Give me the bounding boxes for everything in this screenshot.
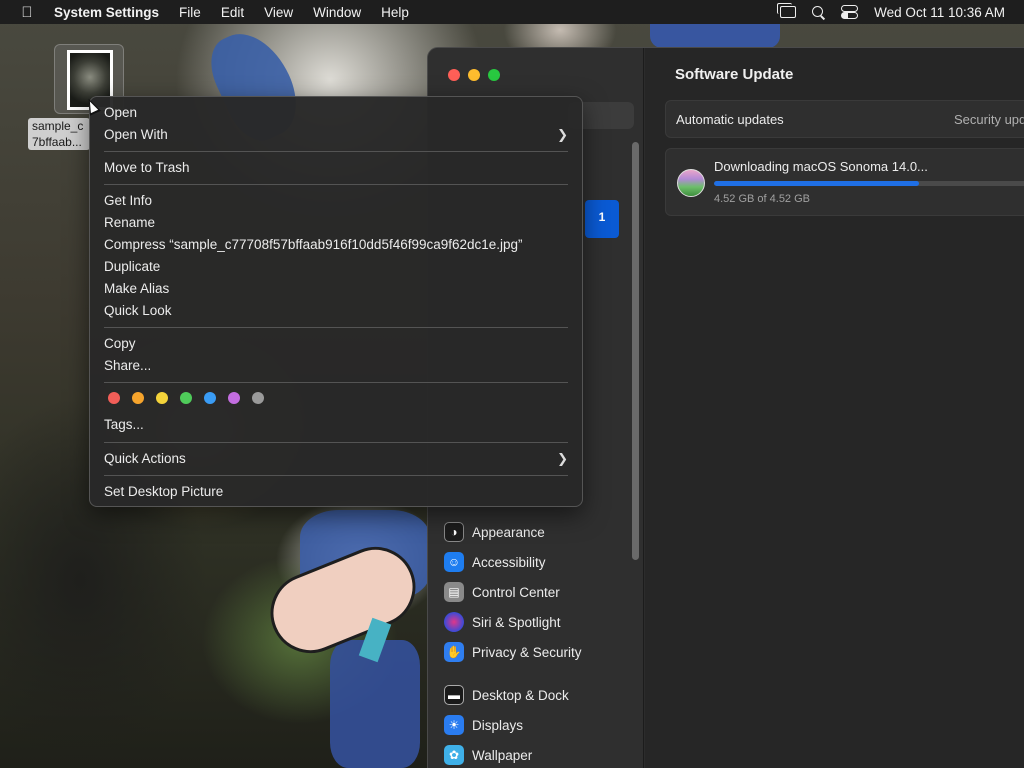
sun-icon: ☀ xyxy=(444,715,464,735)
sidebar-item-software-update-selected[interactable]: 1 xyxy=(585,200,619,238)
menu-separator xyxy=(104,442,568,443)
spotlight-search-icon[interactable] xyxy=(812,5,825,19)
menubar-clock[interactable]: Wed Oct 11 10:36 AM xyxy=(874,5,1005,20)
tag-orange-button[interactable] xyxy=(132,392,144,404)
tag-colors-row xyxy=(108,392,264,404)
menu-item-copy[interactable]: Copy xyxy=(104,333,568,355)
menu-item-set-desktop-picture[interactable]: Set Desktop Picture xyxy=(104,481,568,503)
sidebar-item-privacy-security[interactable]: ✋ Privacy & Security xyxy=(444,641,582,663)
tag-gray-button[interactable] xyxy=(252,392,264,404)
menu-help[interactable]: Help xyxy=(381,5,409,20)
menu-separator xyxy=(104,475,568,476)
chevron-right-icon: ❯ xyxy=(557,127,568,142)
sidebar-item-label: Displays xyxy=(472,717,524,733)
sidebar-item-label: Siri & Spotlight xyxy=(472,614,561,630)
menu-bar:  System Settings File Edit View Window … xyxy=(0,0,1024,24)
dock-icon: ▬ xyxy=(444,685,464,705)
control-center-icon[interactable] xyxy=(841,5,859,19)
file-label-line1: sample_c xyxy=(32,119,84,133)
settings-detail-pane: Software Update Automatic updates Securi… xyxy=(645,48,1024,768)
close-window-button[interactable] xyxy=(448,69,460,81)
menu-item-quick-actions[interactable]: Quick Actions ❯ xyxy=(104,448,568,470)
tag-yellow-button[interactable] xyxy=(156,392,168,404)
download-progress-fill xyxy=(714,181,919,186)
update-count-badge: 1 xyxy=(598,210,606,224)
page-title: Software Update xyxy=(675,66,794,83)
menu-item-label: Open With xyxy=(104,127,168,142)
sidebar-item-label: Privacy & Security xyxy=(472,644,582,660)
sidebar-item-label: Control Center xyxy=(472,584,560,600)
file-context-menu: Open Open With ❯ Move to Trash Get Info … xyxy=(89,96,583,507)
menu-item-open[interactable]: Open xyxy=(104,102,568,124)
hand-icon: ✋ xyxy=(444,642,464,662)
appearance-icon: ◑ xyxy=(444,522,464,542)
tag-blue-button[interactable] xyxy=(204,392,216,404)
menu-item-rename[interactable]: Rename xyxy=(104,212,568,234)
menu-window[interactable]: Window xyxy=(313,5,361,20)
menu-separator xyxy=(104,151,568,152)
menu-separator xyxy=(104,184,568,185)
automatic-updates-label: Automatic updates xyxy=(676,112,784,127)
menu-item-open-with[interactable]: Open With ❯ xyxy=(104,124,568,146)
menu-separator xyxy=(104,327,568,328)
menu-item-move-to-trash[interactable]: Move to Trash xyxy=(104,157,568,179)
download-size: 4.52 GB of 4.52 GB xyxy=(714,193,811,205)
tag-purple-button[interactable] xyxy=(228,392,240,404)
menu-item-duplicate[interactable]: Duplicate xyxy=(104,256,568,278)
download-status-card: Downloading macOS Sonoma 14.0... 4.52 GB… xyxy=(665,148,1024,216)
download-title: Downloading macOS Sonoma 14.0... xyxy=(714,159,928,174)
menu-file[interactable]: File xyxy=(179,5,201,20)
sidebar-item-appearance[interactable]: ◑ Appearance xyxy=(444,521,545,543)
sidebar-item-label: Desktop & Dock xyxy=(472,687,569,703)
app-menu[interactable]: System Settings xyxy=(54,5,159,20)
menu-item-quick-look[interactable]: Quick Look xyxy=(104,300,568,322)
macos-sonoma-icon xyxy=(677,169,705,197)
tag-green-button[interactable] xyxy=(180,392,192,404)
zoom-window-button[interactable] xyxy=(488,69,500,81)
sidebar-scrollbar[interactable] xyxy=(632,142,639,560)
chevron-right-icon: ❯ xyxy=(557,451,568,466)
security-updates-label: Security upd xyxy=(954,112,1024,127)
wallpaper-flower-icon: ✿ xyxy=(444,745,464,765)
wallpaper-shape xyxy=(650,24,780,48)
window-controls xyxy=(448,69,500,81)
sidebar-item-accessibility[interactable]: ☺ Accessibility xyxy=(444,551,546,573)
menu-view[interactable]: View xyxy=(264,5,293,20)
automatic-updates-row[interactable]: Automatic updates Security upd xyxy=(665,100,1024,138)
apple-menu-icon[interactable]:  xyxy=(0,4,54,21)
menu-item-share[interactable]: Share... xyxy=(104,355,568,377)
menu-item-tags[interactable]: Tags... xyxy=(104,414,568,436)
menu-item-make-alias[interactable]: Make Alias xyxy=(104,278,568,300)
sidebar-item-label: Accessibility xyxy=(472,554,546,570)
sidebar-item-displays[interactable]: ☀ Displays xyxy=(444,714,523,736)
sidebar-item-label: Wallpaper xyxy=(472,747,533,763)
menu-item-compress[interactable]: Compress “sample_c77708f57bffaab916f10dd… xyxy=(104,234,568,256)
menu-item-label: Quick Actions xyxy=(104,451,186,466)
sidebar-item-label: Appearance xyxy=(472,524,545,540)
sidebar-item-wallpaper[interactable]: ✿ Wallpaper xyxy=(444,744,532,766)
minimize-window-button[interactable] xyxy=(468,69,480,81)
sidebar-item-control-center[interactable]: ▤ Control Center xyxy=(444,581,560,603)
menu-separator xyxy=(104,382,568,383)
accessibility-icon: ☺ xyxy=(444,552,464,572)
control-center-icon: ▤ xyxy=(444,582,464,602)
sidebar-item-siri-spotlight[interactable]: Siri & Spotlight xyxy=(444,611,561,633)
menu-edit[interactable]: Edit xyxy=(221,5,244,20)
download-progress-bar xyxy=(714,181,1024,186)
file-label-line2: 7bffaab... xyxy=(32,135,82,149)
siri-icon xyxy=(444,612,464,632)
screen-mirroring-icon[interactable] xyxy=(777,3,797,18)
menu-item-get-info[interactable]: Get Info xyxy=(104,190,568,212)
tag-red-button[interactable] xyxy=(108,392,120,404)
desktop-file-label[interactable]: sample_c 7bffaab... xyxy=(28,118,90,150)
sidebar-item-desktop-dock[interactable]: ▬ Desktop & Dock xyxy=(444,684,569,706)
